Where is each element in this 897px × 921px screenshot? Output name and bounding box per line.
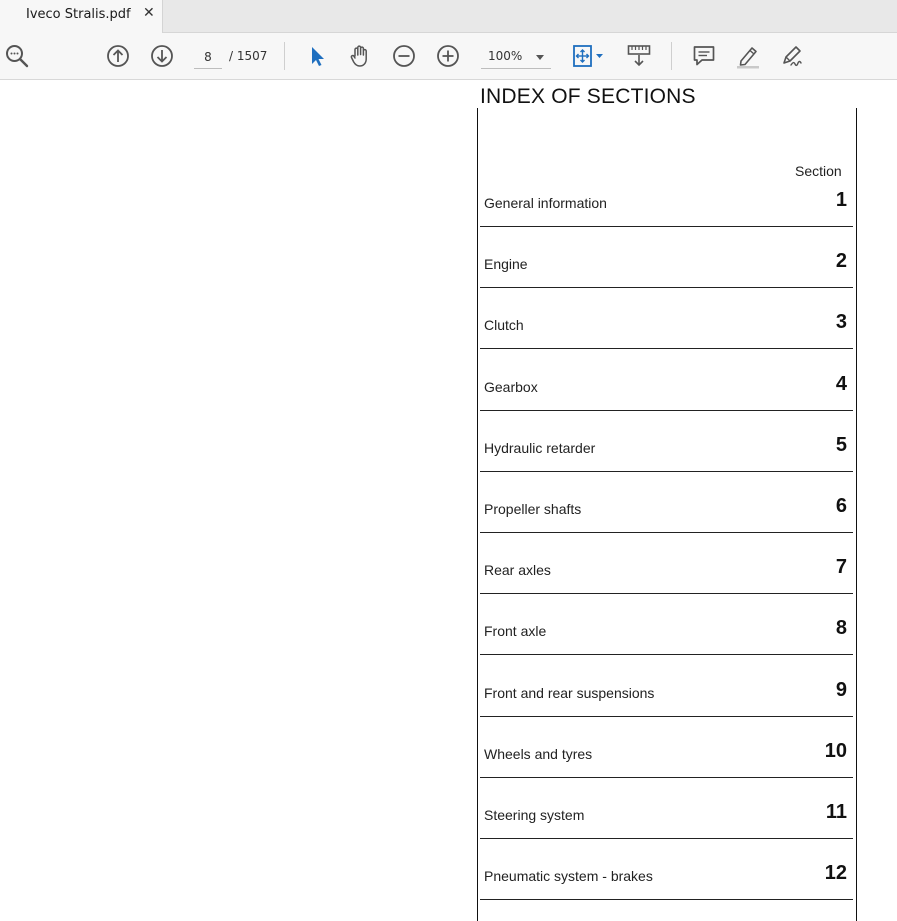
tab-title[interactable]: Iveco Stralis.pdf [26, 7, 131, 22]
section-name: Wheels and tyres [484, 745, 593, 762]
sign-button[interactable] [779, 43, 805, 69]
section-row[interactable]: Pneumatic system - brakes 12 [480, 839, 853, 901]
section-number: 9 [835, 678, 847, 701]
zoom-in-button[interactable] [435, 43, 461, 69]
section-row[interactable]: Rear axles 7 [480, 533, 853, 595]
section-number: 11 [825, 801, 847, 823]
section-name: General information [484, 195, 607, 211]
section-number: 3 [835, 311, 847, 334]
section-row[interactable]: Gearbox 4 [480, 350, 853, 411]
section-name: Front axle [484, 623, 547, 640]
section-name: Gearbox [484, 378, 538, 395]
section-number: 10 [824, 739, 847, 762]
highlight-button[interactable] [735, 43, 761, 69]
fit-page-button[interactable] [570, 43, 606, 69]
read-mode-button[interactable] [626, 43, 652, 69]
section-name: Front and rear suspensions [484, 684, 655, 701]
section-row[interactable]: Wheels and tyres 10 [480, 717, 853, 778]
toolbar-divider [284, 42, 285, 70]
section-number: 2 [835, 250, 847, 273]
section-name: Hydraulic retarder [484, 439, 596, 456]
zoom-value: 100% [488, 49, 523, 63]
tab-close-icon[interactable]: ✕ [143, 5, 155, 21]
document-viewport[interactable]: INDEX OF SECTIONS Section General inform… [0, 80, 897, 921]
chevron-down-icon [536, 55, 544, 60]
section-name: Clutch [484, 317, 524, 334]
section-number: 5 [835, 433, 847, 456]
section-row[interactable]: General information 1 [480, 166, 853, 227]
minus-circle-icon [393, 45, 415, 67]
section-row[interactable]: Engine 2 [480, 227, 853, 289]
fit-page-icon [573, 45, 603, 67]
section-row[interactable]: Front and rear suspensions 9 [480, 656, 853, 717]
pointer-icon [312, 47, 324, 66]
section-number: 1 [835, 189, 847, 211]
previous-page-button[interactable] [105, 43, 131, 69]
page-heading: INDEX OF SECTIONS [480, 85, 696, 108]
find-button[interactable] [4, 43, 30, 69]
arrow-up-circle-icon [107, 45, 129, 67]
toolbar-divider [671, 42, 672, 70]
section-row[interactable]: Clutch 3 [480, 288, 853, 350]
hand-tool-button[interactable] [347, 43, 373, 69]
section-number: 12 [824, 862, 847, 885]
plus-circle-icon [437, 45, 459, 67]
section-number: 7 [835, 556, 847, 579]
page-total-label: / 1507 [229, 49, 268, 63]
pdf-viewer-window: Iveco Stralis.pdf ✕ 8 / 1507 100% INDEX … [0, 0, 897, 921]
search-zoom-icon [6, 45, 29, 68]
tab-document[interactable]: Iveco Stralis.pdf ✕ [0, 0, 163, 33]
section-name: Pneumatic system - brakes [484, 868, 653, 885]
section-row[interactable]: Hydraulic retarder 5 [480, 411, 853, 472]
section-name: Propeller shafts [484, 501, 582, 517]
section-divider [480, 899, 853, 901]
section-number: 4 [835, 372, 847, 395]
sign-icon [783, 46, 802, 67]
read-mode-icon [627, 45, 651, 67]
zoom-out-button[interactable] [391, 43, 417, 69]
section-name: Rear axles [484, 562, 551, 579]
comment-button[interactable] [691, 43, 717, 69]
select-tool-button[interactable] [304, 43, 330, 69]
section-row[interactable]: Steering system 11 [480, 778, 853, 839]
section-number: 8 [835, 617, 847, 640]
highlight-pen-icon [737, 47, 759, 69]
toolbar: / 1507 100% [0, 33, 897, 80]
section-row[interactable]: Front axle 8 [480, 594, 853, 656]
tab-bar: Iveco Stralis.pdf ✕ [0, 0, 897, 33]
page-number-input[interactable] [194, 46, 222, 69]
comment-icon [693, 46, 715, 66]
section-number: 6 [835, 495, 847, 517]
next-page-button[interactable] [149, 43, 175, 69]
section-name: Steering system [484, 807, 585, 823]
hand-icon [350, 45, 367, 67]
zoom-select[interactable]: 100% [481, 46, 551, 69]
section-row[interactable]: Propeller shafts 6 [480, 472, 853, 533]
section-name: Engine [484, 256, 528, 273]
arrow-down-circle-icon [151, 45, 173, 67]
